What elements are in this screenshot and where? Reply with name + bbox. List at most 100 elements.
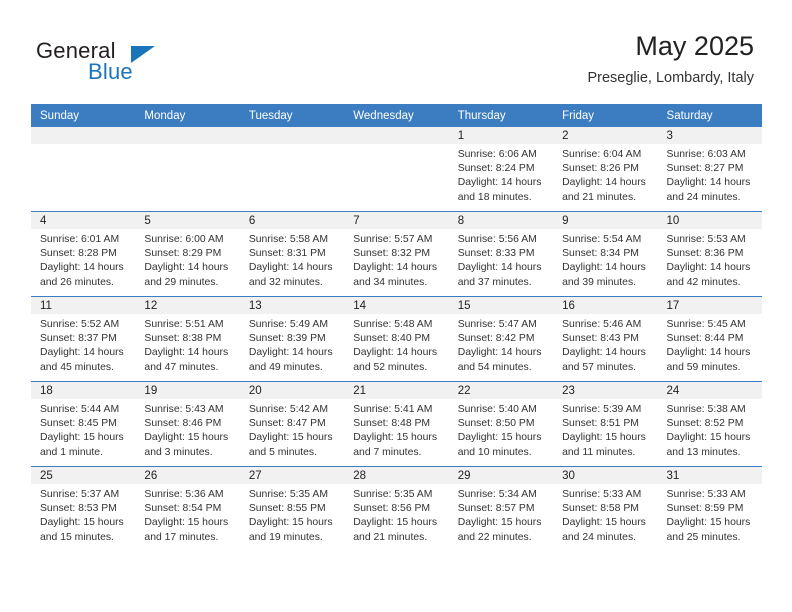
day-number <box>135 127 240 144</box>
calendar-day-cell[interactable]: 29 Sunrise: 5:34 AM Sunset: 8:57 PM Dayligh… <box>448 466 554 551</box>
day-sun-info: Sunrise: 5:43 AM Sunset: 8:46 PM Daylight:… <box>135 399 239 460</box>
day-number: 20 <box>239 382 345 399</box>
day-sun-info: Sunrise: 5:46 AM Sunset: 8:43 PM Daylight:… <box>553 314 657 375</box>
day-sunrise-line: Sunrise: 5:34 AM <box>457 489 537 500</box>
calendar-day-cell[interactable]: 21 Sunrise: 5:41 AM Sunset: 8:48 PM Dayligh… <box>344 381 449 467</box>
calendar-day-cell[interactable]: 25 Sunrise: 5:37 AM Sunset: 8:53 PM Dayligh… <box>31 466 136 551</box>
calendar-day-cell[interactable]: 3 Sunrise: 6:03 AM Sunset: 8:27 PM Daylight… <box>657 127 762 212</box>
calendar-day-cell[interactable]: 4 Sunrise: 6:01 AM Sunset: 8:28 PM Daylight… <box>31 211 136 297</box>
day-daylight2-line: and 29 minutes. <box>144 276 219 288</box>
day-sun-info: Sunrise: 5:33 AM Sunset: 8:58 PM Daylight:… <box>553 484 657 545</box>
day-sunset-line: Sunset: 8:27 PM <box>666 163 744 175</box>
calendar-day-cell[interactable]: 6 Sunrise: 5:58 AM Sunset: 8:31 PM Daylight… <box>239 211 345 297</box>
day-cell-content: 31 Sunrise: 5:33 AM Sunset: 8:59 PM Dayligh… <box>657 467 762 551</box>
calendar-day-cell[interactable]: 14 Sunrise: 5:48 AM Sunset: 8:40 PM Dayligh… <box>344 296 449 382</box>
day-number: 25 <box>31 467 136 484</box>
calendar-day-cell[interactable]: 1 Sunrise: 6:06 AM Sunset: 8:24 PM Daylight… <box>448 127 554 212</box>
calendar-day-cell[interactable]: 20 Sunrise: 5:42 AM Sunset: 8:47 PM Dayligh… <box>239 381 345 467</box>
day-daylight2-line: and 52 minutes. <box>353 361 428 373</box>
calendar-day-cell[interactable]: 17 Sunrise: 5:45 AM Sunset: 8:44 PM Dayligh… <box>657 296 762 382</box>
day-daylight-line: Daylight: 14 hours <box>562 177 646 189</box>
day-sun-info <box>344 144 448 148</box>
logo-text-blue: Blue <box>88 59 133 84</box>
day-sunrise-line: Sunrise: 5:39 AM <box>562 404 642 415</box>
day-number: 28 <box>344 467 449 484</box>
day-sunset-line: Sunset: 8:51 PM <box>562 418 639 430</box>
calendar-day-cell[interactable] <box>239 127 345 212</box>
calendar-day-cell[interactable]: 23 Sunrise: 5:39 AM Sunset: 8:51 PM Dayligh… <box>553 381 658 467</box>
day-sunrise-line: Sunrise: 5:52 AM <box>40 319 120 330</box>
day-daylight2-line: and 3 minutes. <box>144 446 213 458</box>
day-daylight2-line: and 54 minutes. <box>457 361 532 373</box>
day-sun-info <box>135 144 239 148</box>
calendar-day-cell[interactable]: 9 Sunrise: 5:54 AM Sunset: 8:34 PM Daylight… <box>553 211 658 297</box>
calendar-day-cell[interactable] <box>135 127 240 212</box>
day-sunset-line: Sunset: 8:58 PM <box>562 503 639 515</box>
day-number: 23 <box>553 382 658 399</box>
calendar-day-cell[interactable]: 16 Sunrise: 5:46 AM Sunset: 8:43 PM Dayligh… <box>553 296 658 382</box>
day-sun-info: Sunrise: 5:42 AM Sunset: 8:47 PM Daylight:… <box>240 399 344 460</box>
day-daylight-line: Daylight: 15 hours <box>666 432 751 444</box>
day-daylight2-line: and 11 minutes. <box>562 446 636 458</box>
day-sunrise-line: Sunrise: 5:49 AM <box>248 319 328 330</box>
day-sunset-line: Sunset: 8:37 PM <box>40 333 117 345</box>
calendar-day-cell[interactable]: 11 Sunrise: 5:52 AM Sunset: 8:37 PM Dayligh… <box>31 296 136 382</box>
day-daylight2-line: and 17 minutes. <box>144 531 219 543</box>
calendar-day-cell[interactable]: 7 Sunrise: 5:57 AM Sunset: 8:32 PM Daylight… <box>344 211 449 297</box>
calendar-day-cell[interactable]: 26 Sunrise: 5:36 AM Sunset: 8:54 PM Dayligh… <box>135 466 240 551</box>
calendar-day-cell[interactable] <box>31 127 136 212</box>
calendar-day-cell[interactable]: 15 Sunrise: 5:47 AM Sunset: 8:42 PM Dayligh… <box>448 296 554 382</box>
day-daylight2-line: and 5 minutes. <box>248 446 318 458</box>
calendar-day-cell[interactable]: 13 Sunrise: 5:49 AM Sunset: 8:39 PM Dayligh… <box>239 296 345 382</box>
day-daylight-line: Daylight: 15 hours <box>562 517 646 529</box>
weekday-header-sunday: Sunday <box>31 104 136 127</box>
calendar-day-cell[interactable]: 8 Sunrise: 5:56 AM Sunset: 8:33 PM Daylight… <box>448 211 554 297</box>
day-cell-content: 9 Sunrise: 5:54 AM Sunset: 8:34 PM Daylight… <box>553 212 658 296</box>
calendar-day-cell[interactable]: 19 Sunrise: 5:43 AM Sunset: 8:46 PM Dayligh… <box>135 381 240 467</box>
calendar-day-cell[interactable]: 2 Sunrise: 6:04 AM Sunset: 8:26 PM Daylight… <box>553 127 658 212</box>
calendar-day-cell[interactable] <box>344 127 449 212</box>
calendar-day-cell[interactable]: 31 Sunrise: 5:33 AM Sunset: 8:59 PM Dayligh… <box>657 466 762 551</box>
day-cell-content: 20 Sunrise: 5:42 AM Sunset: 8:47 PM Dayligh… <box>239 382 345 466</box>
day-cell-content: 10 Sunrise: 5:53 AM Sunset: 8:36 PM Dayligh… <box>657 212 762 296</box>
day-daylight2-line: and 34 minutes. <box>353 276 428 288</box>
day-cell-content: 17 Sunrise: 5:45 AM Sunset: 8:44 PM Dayligh… <box>657 297 762 381</box>
day-sun-info <box>240 144 344 148</box>
day-cell-content <box>239 127 345 211</box>
day-sunrise-line: Sunrise: 5:35 AM <box>353 489 433 500</box>
day-daylight2-line: and 49 minutes. <box>248 361 323 373</box>
day-sun-info: Sunrise: 5:47 AM Sunset: 8:42 PM Daylight:… <box>449 314 553 375</box>
day-sunrise-line: Sunrise: 5:51 AM <box>144 319 224 330</box>
day-daylight-line: Daylight: 14 hours <box>457 347 542 359</box>
day-cell-content: 25 Sunrise: 5:37 AM Sunset: 8:53 PM Dayligh… <box>31 467 136 551</box>
day-sunrise-line: Sunrise: 6:00 AM <box>144 234 224 245</box>
day-number: 31 <box>657 467 762 484</box>
calendar-day-cell[interactable]: 27 Sunrise: 5:35 AM Sunset: 8:55 PM Dayligh… <box>239 466 345 551</box>
weekday-header-saturday: Saturday <box>657 104 762 127</box>
day-number <box>344 127 449 144</box>
day-number: 21 <box>344 382 449 399</box>
day-sun-info: Sunrise: 5:33 AM Sunset: 8:59 PM Daylight:… <box>658 484 762 545</box>
day-daylight2-line: and 7 minutes. <box>353 446 422 458</box>
calendar-day-cell[interactable]: 10 Sunrise: 5:53 AM Sunset: 8:36 PM Dayligh… <box>657 211 762 297</box>
day-sunset-line: Sunset: 8:57 PM <box>457 503 535 515</box>
day-daylight-line: Daylight: 14 hours <box>40 262 124 274</box>
day-daylight-line: Daylight: 14 hours <box>457 262 542 274</box>
calendar-day-cell[interactable]: 12 Sunrise: 5:51 AM Sunset: 8:38 PM Dayligh… <box>135 296 240 382</box>
calendar-page: General Blue May 2025 Preseglie, Lombard… <box>0 0 792 612</box>
calendar-day-cell[interactable]: 5 Sunrise: 6:00 AM Sunset: 8:29 PM Daylight… <box>135 211 240 297</box>
day-cell-content: 18 Sunrise: 5:44 AM Sunset: 8:45 PM Dayligh… <box>31 382 136 466</box>
calendar-day-cell[interactable]: 30 Sunrise: 5:33 AM Sunset: 8:58 PM Dayligh… <box>553 466 658 551</box>
calendar-day-cell[interactable]: 22 Sunrise: 5:40 AM Sunset: 8:50 PM Dayligh… <box>448 381 554 467</box>
calendar-day-cell[interactable]: 24 Sunrise: 5:38 AM Sunset: 8:52 PM Dayligh… <box>657 381 762 467</box>
calendar-day-cell[interactable]: 18 Sunrise: 5:44 AM Sunset: 8:45 PM Dayligh… <box>31 381 136 467</box>
weekday-header-tuesday: Tuesday <box>239 104 345 127</box>
day-number: 8 <box>448 212 554 229</box>
day-daylight2-line: and 47 minutes. <box>144 361 219 373</box>
day-sun-info: Sunrise: 5:56 AM Sunset: 8:33 PM Daylight:… <box>449 229 553 290</box>
general-blue-logo[interactable]: General Blue <box>36 38 216 90</box>
day-number: 9 <box>553 212 658 229</box>
day-cell-content: 7 Sunrise: 5:57 AM Sunset: 8:32 PM Daylight… <box>344 212 449 296</box>
calendar-day-cell[interactable]: 28 Sunrise: 5:35 AM Sunset: 8:56 PM Dayligh… <box>344 466 449 551</box>
day-number: 26 <box>135 467 240 484</box>
